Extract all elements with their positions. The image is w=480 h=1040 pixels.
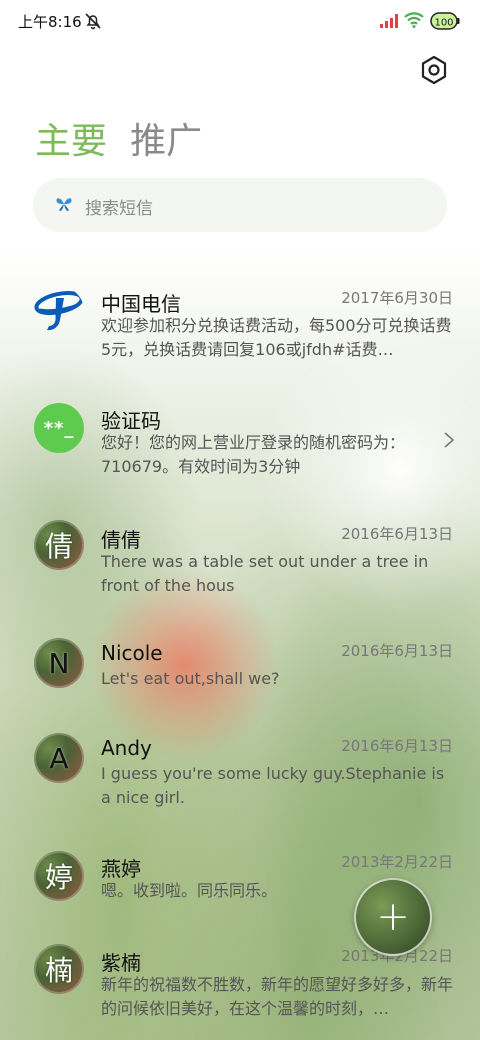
message-preview: There was a table set out under a tree i… (101, 552, 429, 595)
message-item[interactable]: 中国电信 2017年6月30日 欢迎参加积分兑换话费活动，每500分可兑换话费5… (0, 280, 480, 380)
avatar: 楠 (34, 944, 84, 994)
message-preview: 您好！您的网上营业厅登录的随机密码为：710679。有效时间为3分钟 (101, 433, 406, 476)
avatar: A (34, 733, 84, 783)
sender-name: 燕婷 (101, 857, 141, 881)
message-date: 2016年6月13日 (341, 737, 453, 755)
message-preview: I guess you're some lucky guy.Stephanie … (101, 764, 445, 807)
sender-name: 紫楠 (101, 951, 141, 975)
message-preview: Let's eat out,shall we? (101, 669, 280, 688)
avatar: 倩 (34, 520, 84, 570)
message-item[interactable]: N Nicole 2016年6月13日 Let's eat out,shall … (0, 638, 480, 738)
sender-name: Nicole (101, 641, 163, 665)
message-item[interactable]: 倩 倩倩 2016年6月13日 There was a table set ou… (0, 520, 480, 620)
chevron-right-icon[interactable] (443, 431, 455, 453)
message-date: 2013年2月22日 (341, 853, 453, 871)
message-preview: 欢迎参加积分兑换话费活动，每500分可兑换话费5元，兑换话费请回复106或jfd… (101, 316, 452, 359)
status-bar: 上午8:16 100 (0, 0, 480, 42)
butterfly-icon (55, 195, 73, 217)
signal-icon (380, 13, 400, 32)
message-item[interactable]: **_ 验证码 您好！您的网上营业厅登录的随机密码为：710679。有效时间为3… (0, 403, 480, 503)
status-time: 上午8:16 (18, 13, 82, 31)
new-message-button[interactable]: + (354, 878, 432, 956)
search-placeholder: 搜索短信 (85, 199, 153, 219)
message-item[interactable]: 楠 紫楠 2013年2月22日 新年的祝福数不胜数，新年的愿望好多好多，新年的问… (0, 944, 480, 1040)
sender-name: 验证码 (101, 409, 161, 433)
wifi-icon (404, 12, 424, 32)
sender-name: 中国电信 (101, 292, 181, 316)
tab-promotions[interactable]: 推广 (130, 112, 202, 164)
plus-icon: + (376, 894, 410, 940)
message-date: 2016年6月13日 (341, 525, 453, 543)
china-telecom-logo (34, 286, 84, 336)
message-date: 2017年6月30日 (341, 289, 453, 307)
svg-text:100: 100 (434, 18, 453, 29)
settings-button[interactable] (416, 52, 452, 88)
tab-main[interactable]: 主要 (35, 112, 107, 164)
sender-name: 倩倩 (101, 528, 141, 552)
tab-bar: 主要 推广 (35, 112, 220, 164)
verification-code-avatar: **_ (34, 403, 84, 453)
battery-icon: 100 (430, 11, 460, 35)
avatar: 婷 (34, 851, 84, 901)
message-item[interactable]: A Andy 2016年6月13日 I guess you're some lu… (0, 733, 480, 833)
search-input[interactable]: 搜索短信 (33, 178, 447, 232)
gear-icon (416, 55, 452, 92)
do-not-disturb-icon (84, 12, 102, 34)
message-date: 2016年6月13日 (341, 642, 453, 660)
avatar: N (34, 638, 84, 688)
message-preview: 新年的祝福数不胜数，新年的愿望好多好多，新年的问候依旧美好，在这个温馨的时刻，… (101, 975, 453, 1018)
sender-name: Andy (101, 736, 152, 760)
